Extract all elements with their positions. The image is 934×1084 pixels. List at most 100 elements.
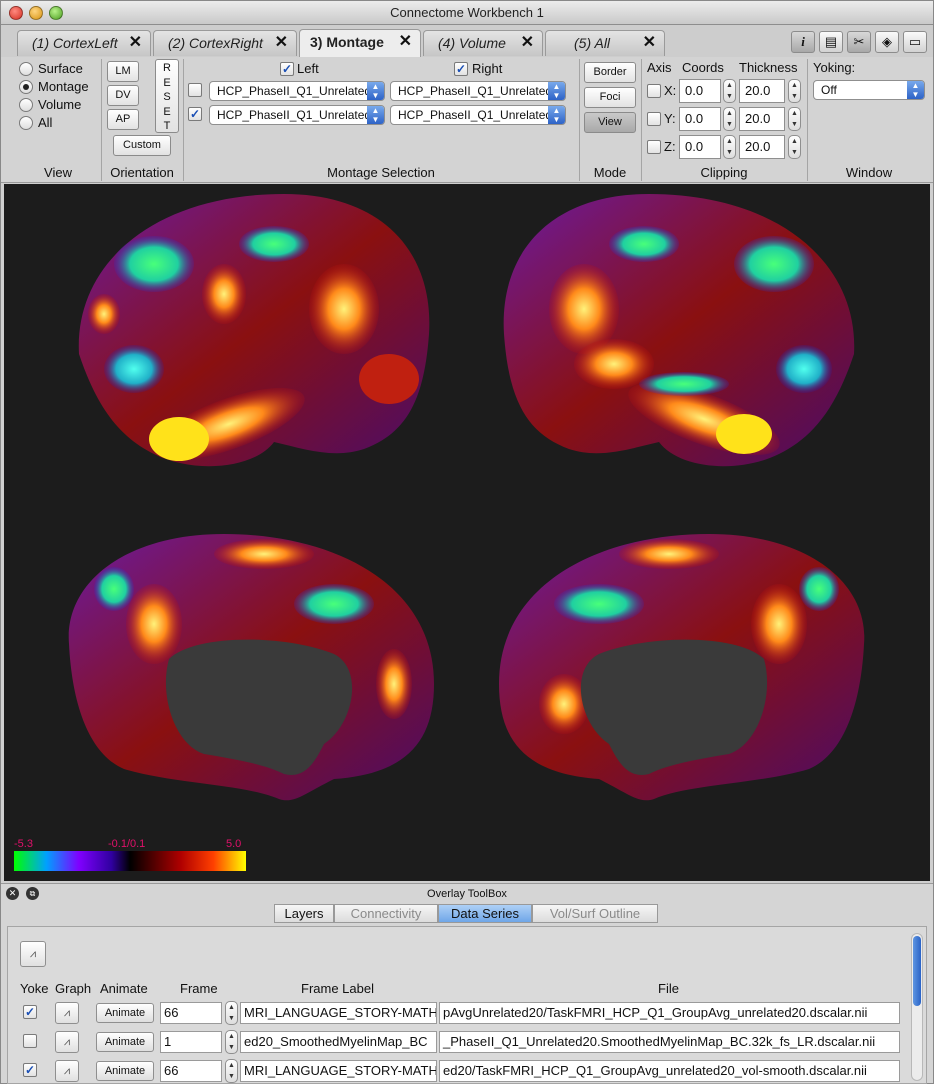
montage-right-checkbox[interactable]: ✓: [454, 62, 468, 76]
view-all-label: All: [38, 115, 53, 130]
clip-y-thickness-stepper[interactable]: ▲ ▼: [788, 107, 801, 131]
clip-z-thickness-stepper[interactable]: ▲ ▼: [788, 135, 801, 159]
row3-frame-label: MRI_LANGUAGE_STORY-MATH: [240, 1060, 437, 1082]
tab-vol-surf-outline[interactable]: Vol/Surf Outline: [532, 904, 658, 923]
minimize-window-button[interactable]: [29, 6, 43, 20]
montage-row2-left-select[interactable]: HCP_PhaseII_Q1_Unrelated20 ▲ ▼: [209, 105, 385, 125]
clip-x-coord-stepper[interactable]: ▲ ▼: [723, 79, 736, 103]
vertical-scrollbar[interactable]: [911, 933, 923, 1081]
row2-frame-label: ed20_SmoothedMyelinMap_BC: [240, 1031, 437, 1053]
row1-graph-icon[interactable]: ⩘: [55, 1002, 79, 1024]
frame-header: Frame: [180, 981, 218, 996]
divider: [641, 59, 642, 181]
view-all-radio[interactable]: [19, 116, 33, 130]
close-tab-icon[interactable]: ✕: [275, 31, 288, 55]
view-montage-radio[interactable]: [19, 80, 33, 94]
window-title: Connectome Workbench 1: [390, 5, 544, 20]
brain-montage-viewer[interactable]: -5.3 -0.1/0.1 5.0: [4, 184, 930, 881]
close-tab-icon[interactable]: ✕: [521, 31, 534, 55]
close-tab-icon[interactable]: ✕: [129, 31, 142, 55]
clip-x-thickness-field[interactable]: 20.0: [739, 79, 785, 103]
clip-x-coord-field[interactable]: 0.0: [679, 79, 721, 103]
clip-z-thickness-field[interactable]: 20.0: [739, 135, 785, 159]
orientation-group-title: Orientation: [110, 165, 174, 180]
tab-cortex-left[interactable]: (1) CortexLeft ✕: [17, 30, 151, 56]
clip-z-checkbox[interactable]: [647, 140, 661, 154]
clip-z-coord-field[interactable]: 0.0: [679, 135, 721, 159]
montage-row2-right-select[interactable]: HCP_PhaseII_Q1_Unrelated20 ▲ ▼: [390, 105, 566, 125]
view-surface-radio[interactable]: [19, 62, 33, 76]
close-tab-icon[interactable]: ✕: [643, 31, 656, 55]
clip-x-checkbox[interactable]: [647, 84, 661, 98]
graph-header: Graph: [55, 981, 92, 996]
chevron-updown-icon: ▲ ▼: [367, 82, 384, 100]
divider: [183, 59, 184, 181]
yoking-select[interactable]: Off ▲ ▼: [813, 80, 925, 100]
orientation-ap-button[interactable]: AP: [107, 109, 139, 130]
clip-y-coord-stepper[interactable]: ▲ ▼: [723, 107, 736, 131]
row2-graph-icon[interactable]: ⩘: [55, 1031, 79, 1053]
clip-x-thickness-stepper[interactable]: ▲ ▼: [788, 79, 801, 103]
clipping-coords-header: Coords: [682, 60, 724, 75]
row2-frame-stepper[interactable]: ▲ ▼: [225, 1030, 238, 1054]
montage-row1-checkbox[interactable]: ✓: [188, 83, 202, 97]
graph-chart-icon[interactable]: ⩘: [20, 941, 46, 967]
orientation-dv-button[interactable]: DV: [107, 85, 139, 106]
tab-montage[interactable]: 3) Montage ✕: [299, 29, 421, 57]
tab-connectivity[interactable]: Connectivity: [334, 904, 438, 923]
mode-border-button[interactable]: Border: [584, 62, 636, 83]
row1-file: pAvgUnrelated20/TaskFMRI_HCP_Q1_GroupAvg…: [439, 1002, 900, 1024]
mode-view-button[interactable]: View: [584, 112, 636, 133]
settings-icon[interactable]: ✂: [847, 31, 871, 53]
montage-row1-left-select[interactable]: HCP_PhaseII_Q1_Unrelated20 ▲ ▼: [209, 81, 385, 101]
tab-layers[interactable]: Layers: [274, 904, 334, 923]
row3-graph-icon[interactable]: ⩘: [55, 1060, 79, 1082]
row1-yoke-checkbox[interactable]: ✓: [23, 1005, 37, 1019]
row2-frame-field[interactable]: 1: [160, 1031, 222, 1053]
divider: [807, 59, 808, 181]
clip-y-thickness-field[interactable]: 20.0: [739, 107, 785, 131]
row3-file: ed20/TaskFMRI_HCP_Q1_GroupAvg_unrelated2…: [439, 1060, 900, 1082]
tab-volume[interactable]: (4) Volume ✕: [423, 30, 543, 56]
view-volume-radio[interactable]: [19, 98, 33, 112]
close-tab-icon[interactable]: ✕: [395, 30, 412, 54]
yoke-header: Yoke: [20, 981, 49, 996]
select-value: HCP_PhaseII_Q1_Unrelated20: [398, 108, 566, 122]
clip-z-coord-stepper[interactable]: ▲ ▼: [723, 135, 736, 159]
row1-animate-button[interactable]: Animate: [96, 1003, 154, 1023]
row1-frame-stepper[interactable]: ▲ ▼: [225, 1001, 238, 1025]
info-icon[interactable]: i: [791, 31, 815, 53]
orientation-custom-button[interactable]: Custom: [113, 135, 171, 156]
row3-frame-stepper[interactable]: ▲ ▼: [225, 1059, 238, 1083]
zoom-window-button[interactable]: [49, 6, 63, 20]
row3-frame-field[interactable]: 66: [160, 1060, 222, 1082]
orientation-lm-button[interactable]: LM: [107, 61, 139, 82]
tab-data-series[interactable]: Data Series: [438, 904, 532, 923]
clip-y-coord-field[interactable]: 0.0: [679, 107, 721, 131]
close-window-button[interactable]: [9, 6, 23, 20]
row3-animate-button[interactable]: Animate: [96, 1061, 154, 1081]
row1-frame-field[interactable]: 66: [160, 1002, 222, 1024]
tab-all[interactable]: (5) All ✕: [545, 30, 665, 56]
mode-foci-button[interactable]: Foci: [584, 87, 636, 108]
data-series-panel: ⩘ Yoke Graph Animate Frame Frame Label F…: [7, 926, 927, 1084]
clip-y-checkbox[interactable]: [647, 112, 661, 126]
row3-yoke-checkbox[interactable]: ✓: [23, 1063, 37, 1077]
chevron-updown-icon: ▲ ▼: [548, 106, 565, 124]
animate-header: Animate: [100, 981, 148, 996]
scrollbar-thumb[interactable]: [913, 936, 921, 1006]
palette-mid-label: -0.1/0.1: [108, 838, 146, 850]
movie-icon[interactable]: ▤: [819, 31, 843, 53]
montage-left-checkbox[interactable]: ✓: [280, 62, 294, 76]
toolbox-icon[interactable]: ▭: [903, 31, 927, 53]
montage-row2-checkbox[interactable]: ✓: [188, 107, 202, 121]
montage-row1-right-select[interactable]: HCP_PhaseII_Q1_Unrelated20 ▲ ▼: [390, 81, 566, 101]
row2-yoke-checkbox[interactable]: ✓: [23, 1034, 37, 1048]
row1-frame-label: MRI_LANGUAGE_STORY-MATH: [240, 1002, 437, 1024]
layers-icon[interactable]: ◈: [875, 31, 899, 53]
tab-cortex-right[interactable]: (2) CortexRight ✕: [153, 30, 297, 56]
row2-animate-button[interactable]: Animate: [96, 1032, 154, 1052]
orientation-reset-button[interactable]: RESET: [155, 59, 179, 133]
clip-z-label: Z:: [664, 139, 676, 154]
view-montage-label: Montage: [38, 79, 89, 94]
